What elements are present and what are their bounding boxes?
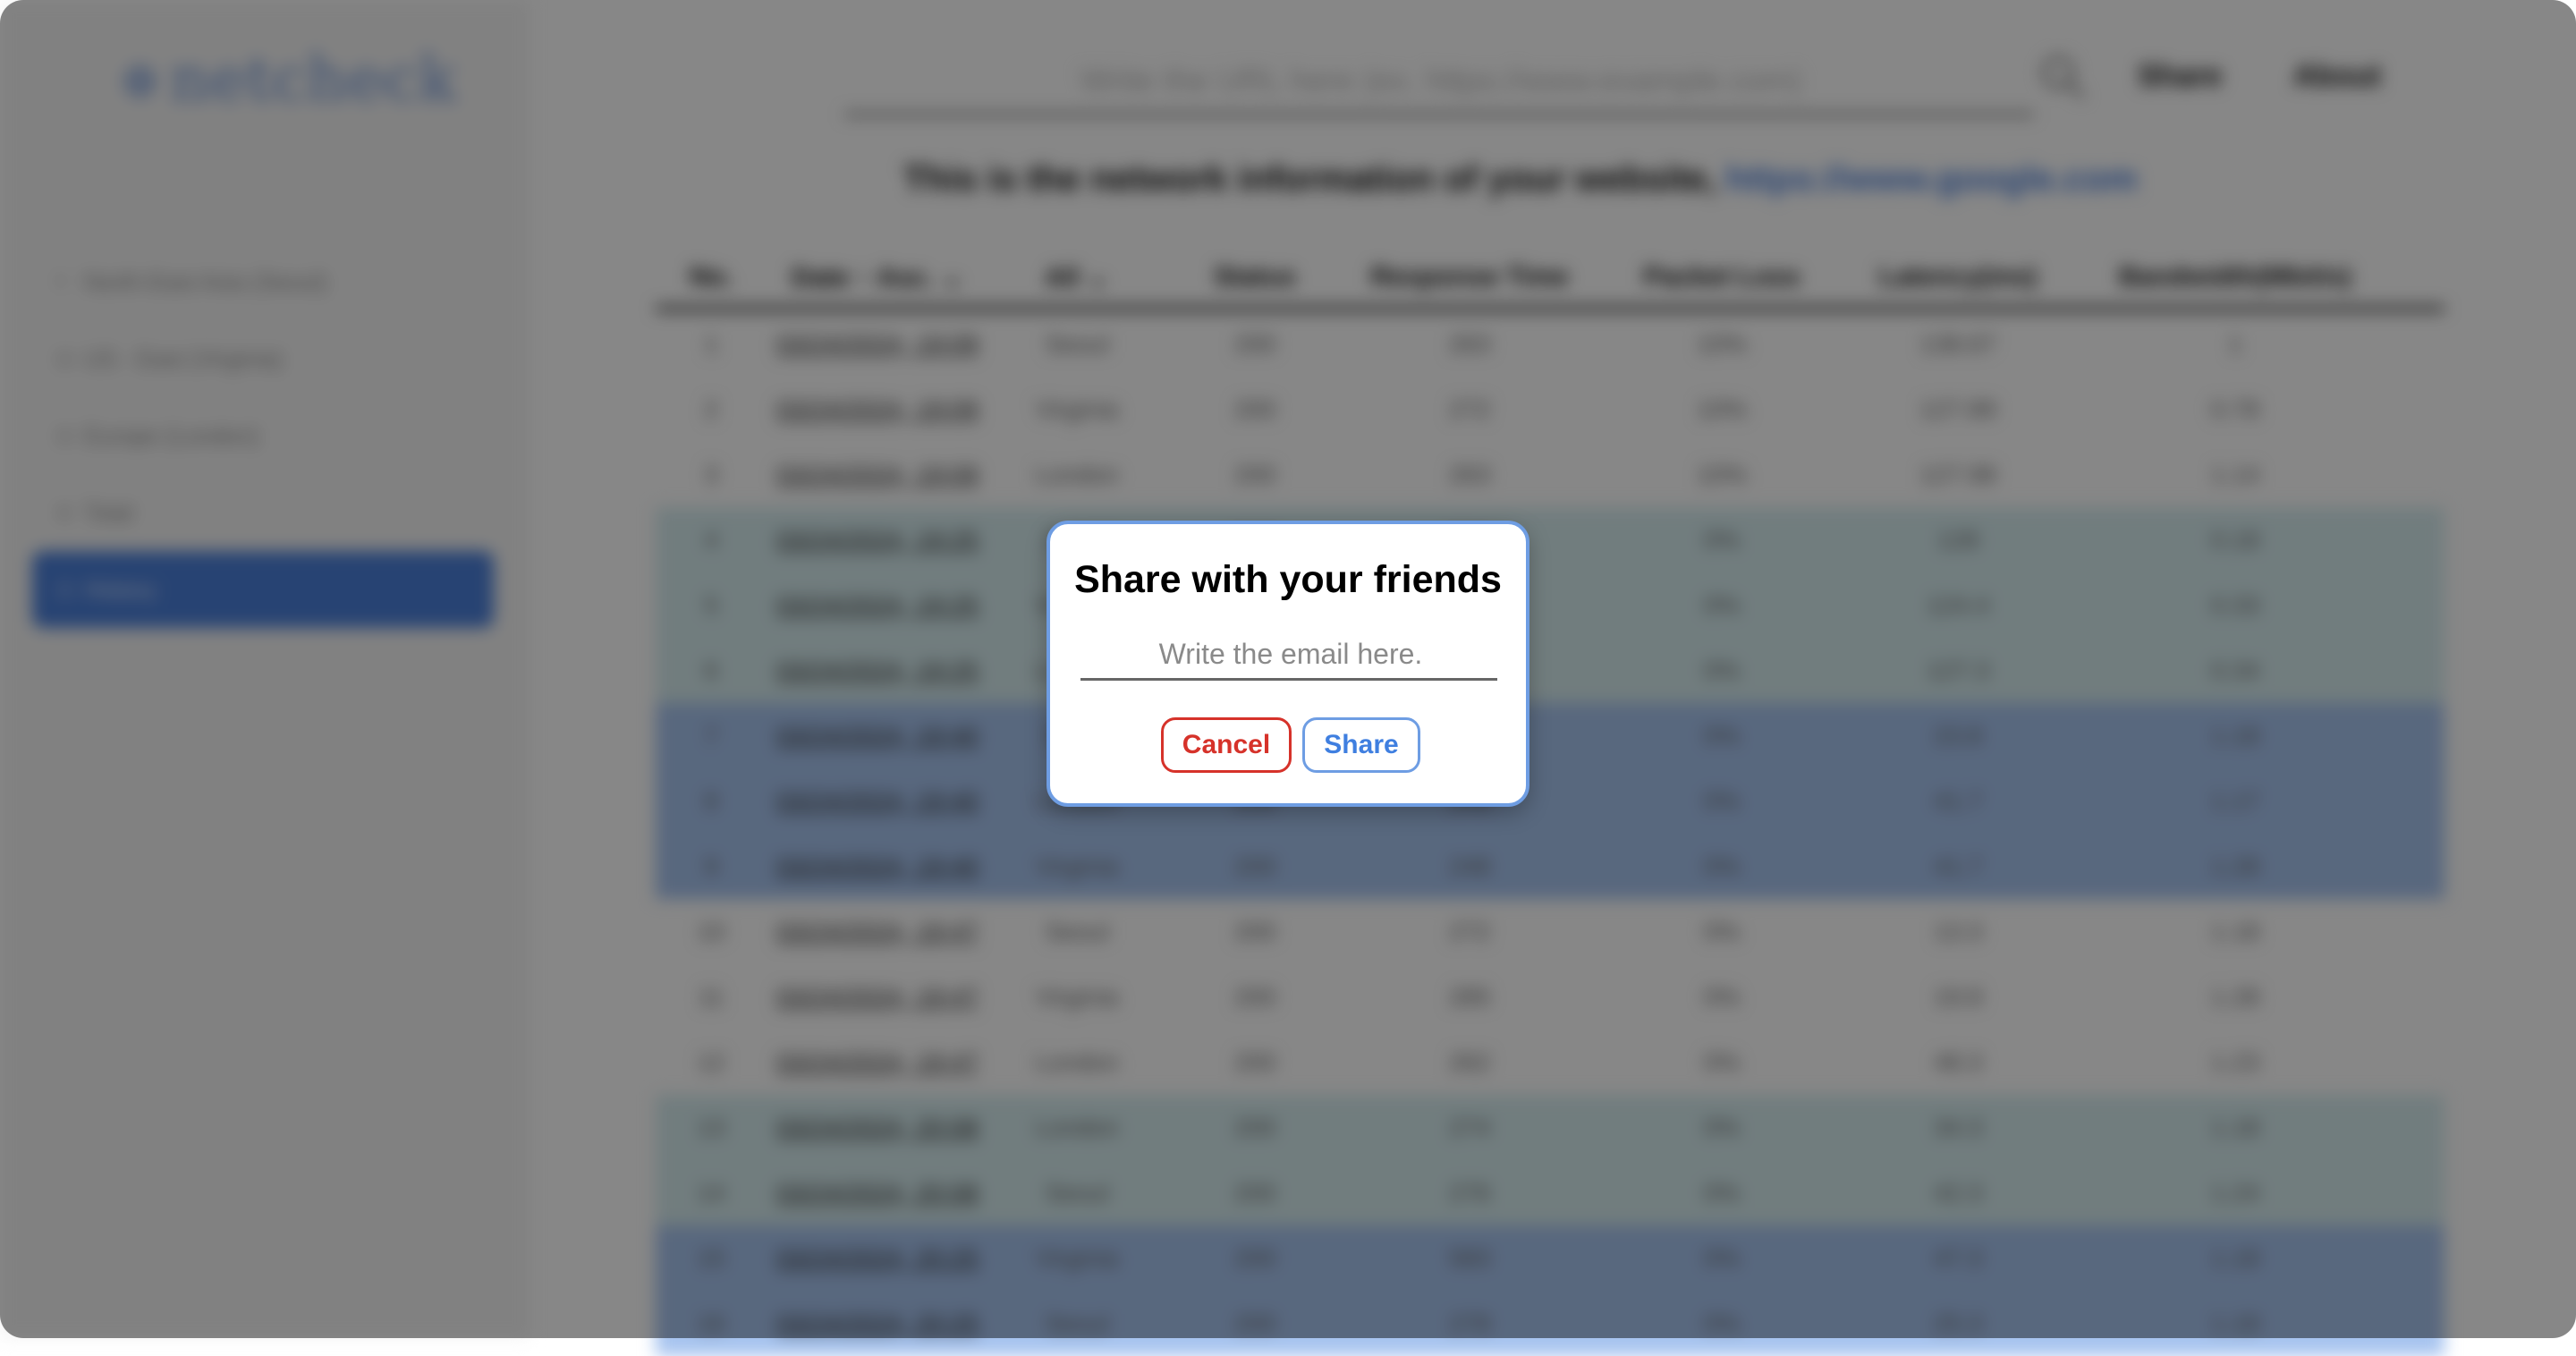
share-dialog: Share with your friends Cancel Share <box>1046 521 1530 807</box>
email-input[interactable] <box>1080 628 1501 680</box>
share-button[interactable]: Share <box>1302 717 1420 773</box>
email-field <box>1080 628 1501 681</box>
dialog-title: Share with your friends <box>1074 558 1502 601</box>
cancel-button[interactable]: Cancel <box>1161 717 1292 773</box>
